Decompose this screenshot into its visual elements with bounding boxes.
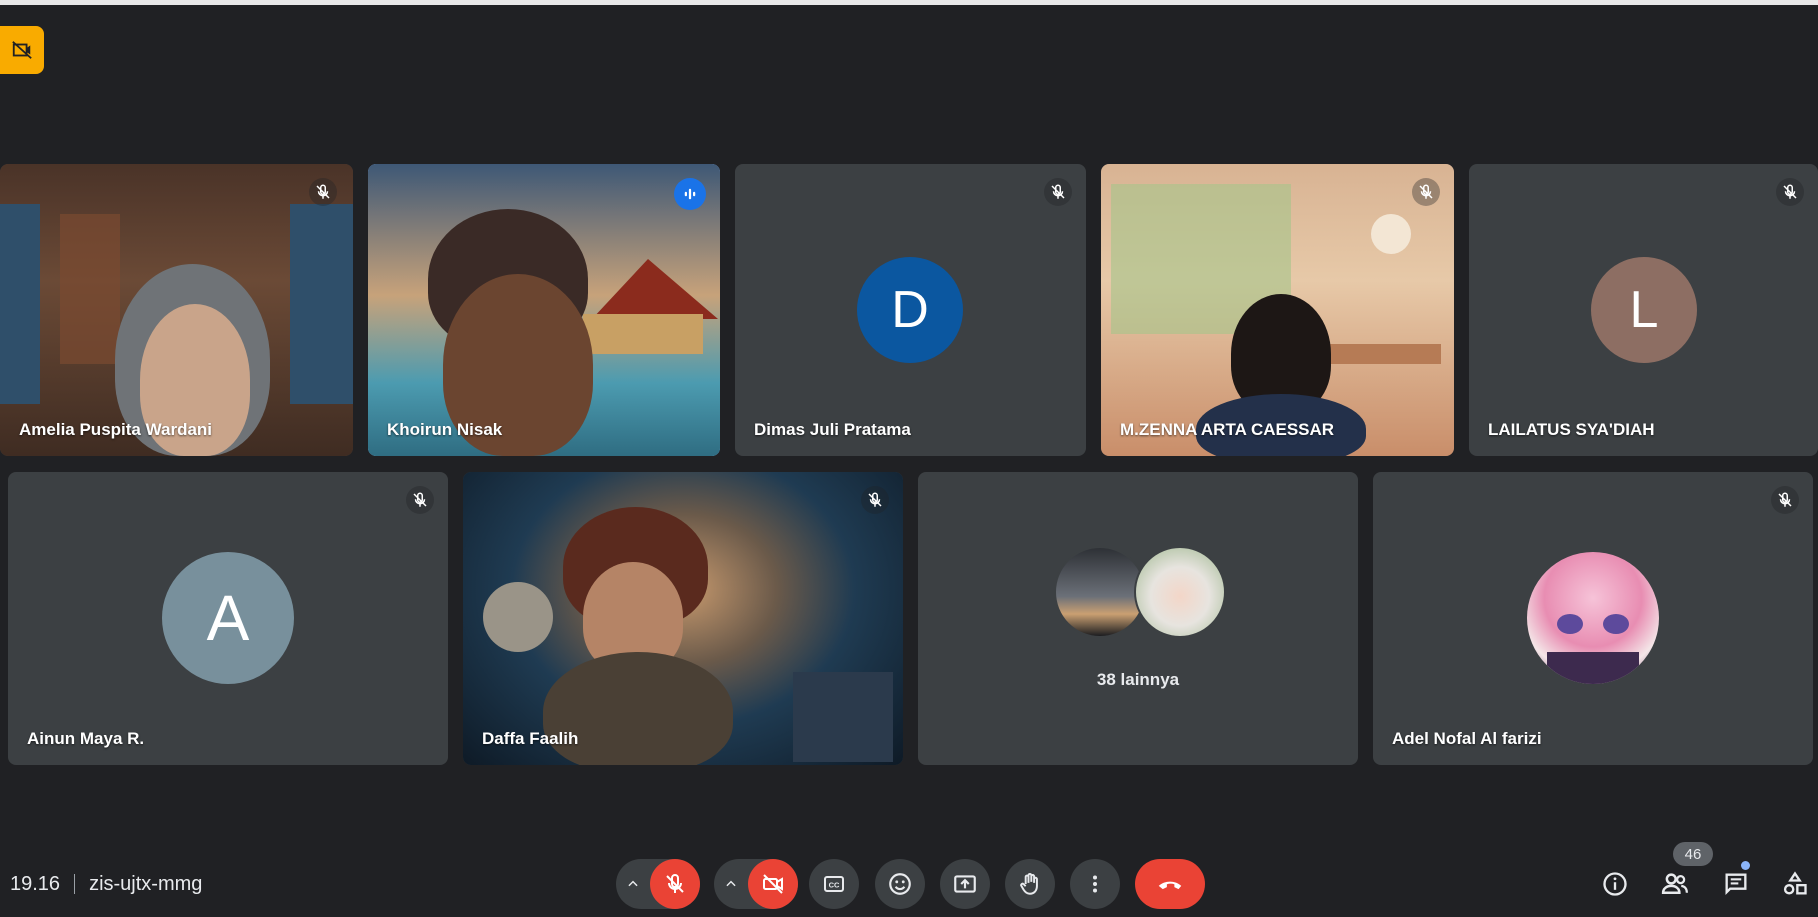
mic-off-icon [666, 873, 684, 893]
mic-off-icon [1412, 178, 1440, 206]
participant-tile[interactable]: M.ZENNA ARTA CAESSAR [1101, 164, 1454, 456]
chat-icon [1725, 873, 1747, 895]
avatar [1527, 552, 1659, 684]
camera-off-icon [763, 874, 783, 894]
activities-button[interactable] [1777, 866, 1813, 902]
emoji-button[interactable] [875, 859, 925, 909]
speaking-indicator-icon [674, 178, 706, 210]
avatar: D [857, 257, 963, 363]
chat-button[interactable] [1718, 866, 1754, 902]
others-avatar-2 [1134, 546, 1226, 638]
raise-hand-button[interactable] [1005, 859, 1055, 909]
participant-name: Amelia Puspita Wardani [19, 420, 213, 439]
no-camera-recording-icon [12, 41, 32, 59]
participant-name: LAILATUS SYA'DIAH [1488, 420, 1655, 439]
participant-video [463, 472, 903, 765]
activities-icon [1783, 871, 1807, 895]
people-button[interactable] [1657, 866, 1693, 902]
others-count-label: 38 lainnya [1096, 670, 1180, 689]
more-vert-icon [1093, 875, 1097, 893]
captions-button[interactable]: CC [809, 859, 859, 909]
leave-call-button[interactable] [1135, 859, 1205, 909]
meeting-info-button[interactable] [1597, 866, 1633, 902]
mic-off-icon [406, 486, 434, 514]
phone-hangup-icon [1158, 881, 1182, 890]
raise-hand-icon [1020, 873, 1038, 895]
participant-name: Khoirun Nisak [387, 420, 503, 439]
participant-name: Dimas Juli Pratama [754, 420, 911, 439]
chevron-up-icon [726, 880, 736, 887]
present-screen-icon [954, 875, 976, 893]
participant-tile[interactable]: Amelia Puspita Wardani [0, 164, 353, 456]
participants-count-badge: 46 [1673, 842, 1713, 866]
avatar: L [1591, 257, 1697, 363]
emoji-icon [889, 873, 911, 895]
people-icon [1661, 873, 1688, 894]
more-options-button[interactable] [1070, 859, 1120, 909]
participant-name: M.ZENNA ARTA CAESSAR [1120, 420, 1335, 439]
meeting-details: 19.16 zis-ujtx-mmg [10, 870, 202, 898]
participant-video [368, 164, 720, 456]
others-tile[interactable]: 38 lainnya [918, 472, 1358, 765]
participant-tile-active-speaker[interactable]: Khoirun Nisak [368, 164, 720, 456]
mic-off-icon [1044, 178, 1072, 206]
mic-toggle-button[interactable] [650, 859, 700, 909]
recording-indicator[interactable] [0, 26, 44, 74]
participant-video [1101, 164, 1454, 456]
participant-tile[interactable]: D Dimas Juli Pratama [735, 164, 1086, 456]
camera-toggle-button[interactable] [748, 859, 798, 909]
participant-tile[interactable]: A Ainun Maya R. [8, 472, 448, 765]
captions-icon: CC [824, 876, 844, 892]
mic-off-icon [309, 178, 337, 206]
svg-text:CC: CC [829, 881, 840, 890]
participant-tile[interactable]: L LAILATUS SYA'DIAH [1469, 164, 1818, 456]
meeting-time: 19.16 [10, 872, 61, 895]
chat-notification-dot [1741, 861, 1750, 870]
chevron-up-icon [628, 880, 638, 887]
present-screen-button[interactable] [940, 859, 990, 909]
audio-options-button[interactable] [616, 877, 650, 891]
mic-off-icon [1776, 178, 1804, 206]
top-edge-bar [0, 0, 1818, 5]
avatar: A [162, 552, 294, 684]
mic-off-icon [861, 486, 889, 514]
participant-tile[interactable]: Adel Nofal Al farizi [1373, 472, 1813, 765]
participant-video [0, 164, 353, 456]
camera-control-group [714, 859, 798, 909]
participant-tile[interactable]: Daffa Faalih [463, 472, 903, 765]
info-icon [1603, 872, 1627, 896]
meeting-code: zis-ujtx-mmg [89, 872, 203, 895]
video-options-button[interactable] [714, 877, 748, 891]
divider [74, 874, 76, 894]
mic-control-group [616, 859, 700, 909]
participant-name: Adel Nofal Al farizi [1392, 729, 1542, 748]
others-avatar-1 [1054, 546, 1146, 638]
participant-name: Daffa Faalih [482, 729, 579, 748]
mic-off-icon [1771, 486, 1799, 514]
participant-name: Ainun Maya R. [27, 729, 145, 748]
